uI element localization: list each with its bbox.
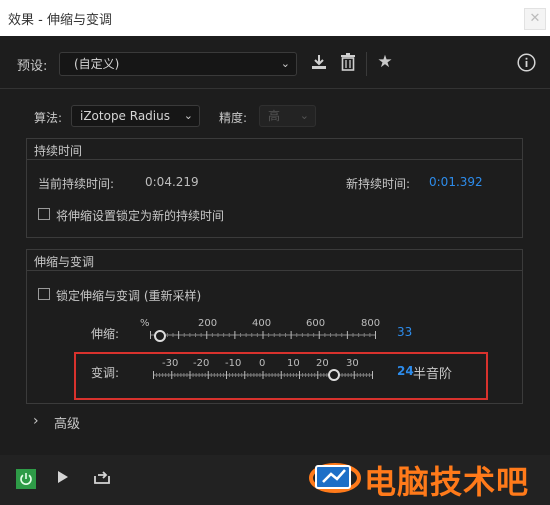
current-duration-value: 0:04.219 [145, 175, 199, 189]
current-duration-label: 当前持续时间: [38, 177, 115, 191]
chevron-down-icon: ⌄ [299, 109, 309, 122]
group-divider [27, 270, 522, 271]
power-icon[interactable] [16, 469, 36, 489]
preset-label: 预设: [17, 59, 48, 74]
chevron-right-icon[interactable]: › [33, 413, 39, 429]
lock-stretch-pitch-label: 锁定伸缩与变调 (重新采样) [56, 289, 202, 303]
download-icon[interactable] [309, 53, 329, 75]
stretch-unit: % [140, 318, 150, 329]
stretch-slider-track[interactable] [150, 330, 376, 340]
toolbar-divider [366, 52, 367, 76]
new-duration-label: 新持续时间: [346, 177, 411, 191]
preset-value: (自定义) [74, 57, 120, 71]
stretch-tick-label: 400 [252, 318, 272, 329]
close-button[interactable]: ✕ [524, 8, 546, 30]
preset-dropdown[interactable]: (自定义) ⌄ [59, 52, 297, 76]
advanced-section-toggle[interactable]: 高级 [54, 413, 80, 432]
star-icon[interactable]: ★ [375, 52, 395, 72]
watermark-icon [309, 463, 361, 493]
pitch-highlight-box [74, 352, 488, 400]
lock-duration-checkbox[interactable] [38, 208, 50, 220]
play-icon[interactable] [55, 470, 71, 488]
algorithm-value: iZotope Radius [80, 109, 170, 123]
precision-dropdown[interactable]: 高 ⌄ [259, 105, 316, 127]
stretch-tick-label: 200 [198, 318, 218, 329]
section-divider [0, 88, 550, 89]
stretch-tick-label: 800 [361, 318, 381, 329]
lock-stretch-pitch-checkbox[interactable] [38, 288, 50, 300]
stretch-label: 伸缩: [91, 327, 120, 341]
stretch-value[interactable]: 33 [397, 325, 412, 339]
precision-value: 高 [268, 109, 281, 123]
info-icon[interactable] [516, 53, 536, 76]
stretch-slider-knob[interactable] [154, 330, 166, 342]
loop-icon[interactable] [92, 469, 112, 489]
duration-group-title: 持续时间 [34, 144, 83, 158]
chevron-down-icon: ⌄ [183, 109, 193, 122]
stretch-tick-label: 600 [306, 318, 326, 329]
stretch-pitch-group-title: 伸缩与变调 [34, 255, 95, 269]
title-bar: 效果 - 伸缩与变调 ✕ [0, 0, 550, 36]
new-duration-value[interactable]: 0:01.392 [429, 175, 483, 189]
watermark-text: 电脑技术吧 [364, 463, 530, 501]
chevron-down-icon: ⌄ [280, 57, 290, 70]
window-title: 效果 - 伸缩与变调 [8, 13, 112, 28]
algorithm-dropdown[interactable]: iZotope Radius ⌄ [71, 105, 200, 127]
trash-icon[interactable] [338, 53, 358, 75]
group-divider [27, 159, 522, 160]
precision-label: 精度: [219, 111, 248, 125]
lock-duration-label: 将伸缩设置锁定为新的持续时间 [56, 209, 225, 223]
algorithm-label: 算法: [34, 111, 63, 125]
watermark-logo: 电脑技术吧 [308, 454, 550, 501]
